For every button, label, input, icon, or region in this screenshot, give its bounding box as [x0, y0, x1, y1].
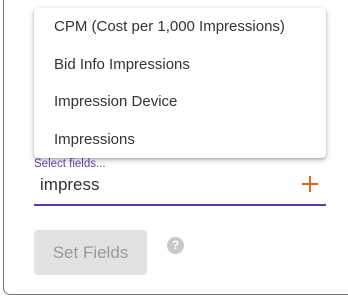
- select-fields-input[interactable]: [34, 172, 326, 206]
- select-fields-label: Select fields...: [34, 158, 106, 170]
- plus-icon[interactable]: [300, 174, 320, 194]
- set-fields-button[interactable]: Set Fields: [34, 230, 147, 275]
- dropdown-option-impressions[interactable]: Impressions: [34, 121, 326, 159]
- dropdown-option-cpm[interactable]: CPM (Cost per 1,000 Impressions): [34, 8, 326, 46]
- autocomplete-dropdown: CPM (Cost per 1,000 Impressions) Bid Inf…: [34, 8, 326, 158]
- help-circle-icon[interactable]: ?: [167, 237, 184, 254]
- dropdown-option-bid-info-impressions[interactable]: Bid Info Impressions: [34, 46, 326, 84]
- dropdown-option-impression-device[interactable]: Impression Device: [34, 83, 326, 121]
